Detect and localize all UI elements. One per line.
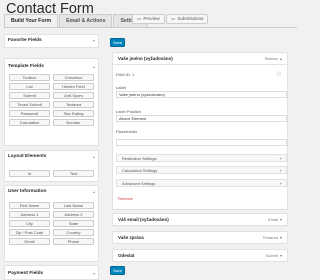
field-button[interactable]: Timed Submit (9, 101, 50, 108)
advanced-settings-toggle[interactable]: Advanced Settings + (116, 179, 287, 187)
panel-title: Payment Fields (8, 271, 44, 276)
restriction-settings-toggle[interactable]: Restriction Settings + (116, 154, 287, 162)
label-input[interactable]: Vaše jméno (vyžadováno) (116, 91, 287, 98)
panel-title: Template Fields (8, 64, 44, 69)
field-button[interactable]: City (9, 220, 50, 227)
panel-title: Layout Elements (8, 154, 47, 159)
field-button[interactable]: Calculation (9, 119, 50, 126)
template-fields-header[interactable]: Template Fields ▴ (5, 61, 98, 72)
payment-fields-panel: Payment Fields ▾ (4, 265, 99, 280)
field-button[interactable]: List (9, 83, 50, 90)
field-button[interactable]: Email (9, 238, 50, 245)
panel-title: Favorite Fields (8, 38, 42, 43)
chevron-down-icon: ▾ (92, 271, 95, 276)
user-information-header[interactable]: User Information ▴ (5, 186, 98, 197)
chevron-up-icon: ▴ (279, 56, 282, 61)
chevron-down-icon: ▾ (279, 217, 282, 222)
field-type-label: Textbox (264, 56, 278, 61)
field-type: Textbox ▴ (264, 56, 282, 61)
save-button-bottom[interactable]: Save (110, 266, 125, 275)
field-button[interactable]: Address 1 (9, 211, 50, 218)
user-information-grid: First Name Last Name Address 1 Address 2… (5, 197, 98, 249)
field-button[interactable]: Address 2 (53, 211, 94, 218)
field-button[interactable]: Checkbox (53, 74, 94, 81)
field-type-label: Email (267, 217, 278, 222)
placeholder-caption: Placeholder (116, 129, 138, 134)
section-label: Calculation Settings (122, 168, 158, 173)
field-button[interactable]: Number (53, 119, 94, 126)
calculation-settings-toggle[interactable]: Calculation Settings + (116, 166, 287, 174)
submissions-button[interactable]: ▭ Submissions (166, 14, 209, 24)
template-fields-grid: Textbox Checkbox List Hidden Field Submi… (5, 72, 98, 130)
field-name: Váš email (vyžadováno) (118, 217, 169, 222)
field-button[interactable]: Textarea (53, 101, 94, 108)
submissions-label: Submissions (177, 16, 204, 21)
field-name: Vaše jméno (vyžadováno) (118, 56, 173, 61)
field-button[interactable]: First Name (9, 202, 50, 209)
favorite-fields-header[interactable]: Favorite Fields ▾ (5, 35, 98, 46)
field-type: Textarea ▾ (263, 235, 282, 240)
field-button[interactable]: Last Name (53, 202, 94, 209)
placeholder-input[interactable] (116, 139, 287, 146)
favorite-fields-panel: Favorite Fields ▾ (4, 34, 99, 48)
preview-label: Preview (143, 16, 160, 21)
field-row-name[interactable]: Vaše jméno (vyžadováno) Textbox ▴ (112, 52, 288, 65)
chevron-up-icon: ▴ (92, 189, 95, 194)
field-type: Submit ▾ (266, 253, 282, 258)
layout-elements-header[interactable]: Layout Elements ▴ (5, 151, 98, 162)
user-information-panel: User Information ▴ First Name Last Name … (4, 185, 99, 262)
field-button[interactable]: Textbox (9, 74, 50, 81)
field-button[interactable]: Hidden Field (53, 83, 94, 90)
chevron-down-icon: ▾ (279, 253, 282, 258)
layout-elements-panel: Layout Elements ▴ hr Text (4, 150, 99, 182)
field-button[interactable]: State (53, 220, 94, 227)
panel-title: User Information (8, 189, 47, 194)
field-button[interactable]: Text (53, 170, 94, 177)
field-button[interactable]: Country (53, 229, 94, 236)
field-id: Field ID: 1 (116, 72, 135, 77)
preview-button[interactable]: ▭ Preview (132, 14, 165, 24)
field-button[interactable]: Star Rating (53, 110, 94, 117)
save-button-top[interactable]: Save (110, 38, 125, 47)
payment-fields-header[interactable]: Payment Fields ▾ (5, 268, 98, 279)
chevron-down-icon: ▾ (279, 235, 282, 240)
section-label: Advanced Settings (122, 181, 156, 186)
submissions-icon: ▭ (171, 16, 176, 21)
field-button[interactable]: Phone (53, 238, 94, 245)
label-position-caption: Label Position (116, 109, 142, 114)
field-button[interactable]: Submit (9, 92, 50, 99)
field-type-label: Submit (265, 253, 278, 258)
template-fields-panel: Template Fields ▴ Textbox Checkbox List … (4, 58, 99, 146)
field-button[interactable]: Anti-Spam (53, 92, 94, 99)
tab-email-actions[interactable]: Email & Actions (59, 14, 113, 27)
field-button[interactable]: Zip / Post Code (9, 229, 50, 236)
field-editor: Field ID: 1 ☆ Label Vaše jméno (vyžadová… (112, 65, 288, 210)
plus-icon: + (279, 168, 282, 173)
field-name: Odeslat (118, 253, 135, 258)
tab-divider (4, 27, 297, 28)
star-icon[interactable]: ☆ (276, 70, 282, 78)
label-position-select[interactable]: Above Element (116, 115, 287, 122)
chevron-up-icon: ▴ (92, 154, 95, 159)
remove-link[interactable]: Remove (118, 196, 133, 201)
plus-icon: + (279, 156, 282, 161)
field-name: Vaše zpráva (118, 235, 144, 240)
section-label: Restriction Settings (122, 156, 157, 161)
field-button[interactable]: hr (9, 170, 50, 177)
preview-icon: ▭ (137, 16, 142, 21)
label-caption: Label (116, 85, 126, 90)
field-button[interactable]: Password (9, 110, 50, 117)
plus-icon: + (279, 181, 282, 186)
chevron-down-icon: ▾ (92, 38, 95, 43)
field-type-label: Textarea (262, 235, 278, 240)
tab-bar: Build Your Form Email & Actions Settings (4, 14, 148, 27)
field-row-email[interactable]: Váš email (vyžadováno) Email ▾ (112, 213, 288, 226)
tab-build-your-form[interactable]: Build Your Form (4, 14, 59, 27)
field-type: Email ▾ (268, 217, 282, 222)
field-row-message[interactable]: Vaše zpráva Textarea ▾ (112, 231, 288, 244)
field-row-submit[interactable]: Odeslat Submit ▾ (112, 249, 288, 262)
label-position-value: Above Element (119, 116, 147, 121)
layout-elements-grid: hr Text (5, 162, 98, 181)
chevron-up-icon: ▴ (92, 64, 95, 69)
